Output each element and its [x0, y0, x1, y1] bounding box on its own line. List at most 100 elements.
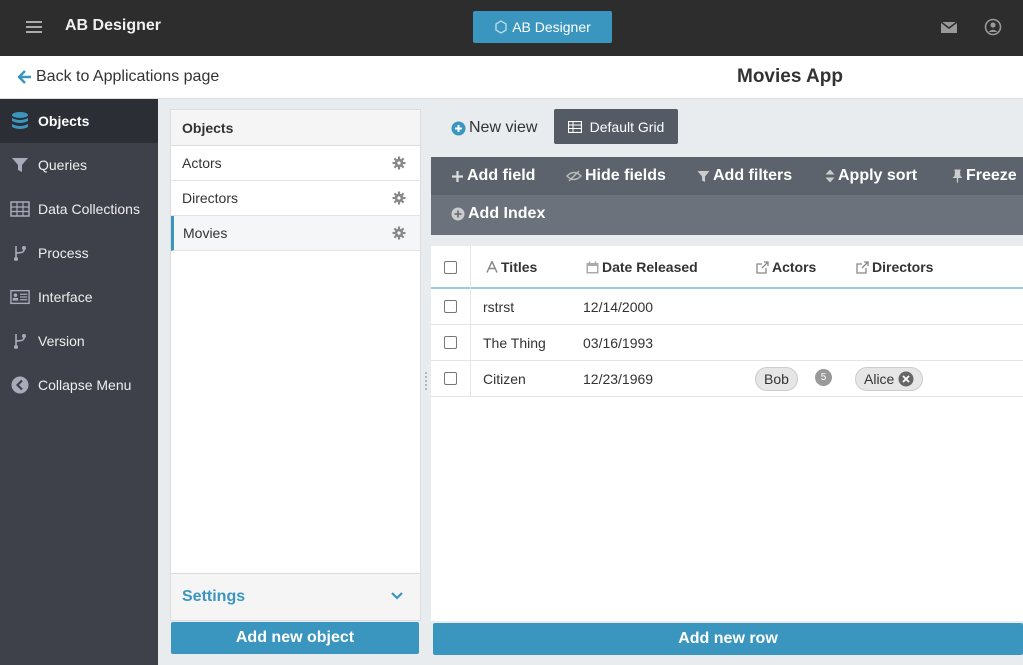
select-all-checkbox[interactable] [444, 261, 457, 274]
external-link-icon [756, 260, 769, 274]
add-field-button[interactable]: Add field [451, 167, 535, 185]
add-filters-label: Add filters [713, 167, 793, 184]
page-title: Movies App [737, 66, 843, 87]
plus-icon [452, 170, 463, 182]
settings-toggle[interactable]: Settings [171, 573, 420, 620]
cell-date-released[interactable]: 12/14/2000 [583, 299, 653, 315]
gear-icon[interactable] [392, 191, 406, 205]
top-bar: AB Designer AB Designer [0, 0, 1023, 56]
column-divider [470, 246, 471, 396]
pin-icon [952, 169, 963, 183]
process-icon [10, 243, 30, 263]
cell-title[interactable]: The Thing [483, 335, 546, 351]
chevron-down-icon [391, 592, 403, 600]
sidebar-item-label: Process [38, 245, 89, 261]
table-row[interactable]: The Thing 03/16/1993 [431, 325, 1023, 361]
object-item-label: Movies [183, 225, 228, 241]
object-item-directors[interactable]: Directors [171, 181, 420, 216]
calendar-icon [586, 261, 599, 273]
default-grid-view-tab[interactable]: Default Grid [554, 109, 678, 144]
ab-designer-button-label: AB Designer [512, 19, 591, 35]
column-header-directors[interactable]: Directors [856, 259, 933, 275]
objects-panel-header: Objects [171, 110, 420, 146]
object-item-movies[interactable]: Movies [171, 216, 420, 251]
user-icon[interactable] [984, 18, 1002, 36]
sort-icon [825, 169, 835, 183]
sidebar: Objects Queries Data Collections Process… [0, 99, 158, 665]
row-checkbox[interactable] [444, 372, 457, 385]
collapse-icon [10, 375, 30, 395]
sidebar-item-label: Version [38, 333, 85, 349]
database-icon [10, 111, 30, 131]
object-item-actors[interactable]: Actors [171, 146, 420, 181]
column-header-titles[interactable]: Titles [486, 259, 537, 275]
eye-slash-icon [566, 170, 582, 182]
ab-designer-button[interactable]: AB Designer [473, 11, 612, 43]
remove-icon[interactable] [898, 371, 914, 387]
sidebar-item-data-collections[interactable]: Data Collections [0, 187, 158, 231]
column-header-label: Directors [872, 259, 934, 275]
column-header-label: Actors [772, 259, 817, 275]
freeze-button[interactable]: Freeze [952, 167, 1017, 185]
plus-circle-icon [451, 207, 465, 221]
gear-icon[interactable] [392, 156, 406, 170]
back-link-label: Back to Applications page [36, 68, 220, 85]
sidebar-item-objects[interactable]: Objects [0, 99, 158, 143]
column-header-actors[interactable]: Actors [756, 259, 816, 275]
grid-toolbar: Add field Hide fields Add filters Apply … [431, 157, 1023, 195]
column-header-label: Titles [501, 259, 538, 275]
actor-tag-label: Bob [764, 371, 789, 387]
sub-header: Back to Applications page Movies App [0, 56, 1023, 99]
sidebar-item-collapse-menu[interactable]: Collapse Menu [0, 363, 158, 407]
add-index-button[interactable]: Add Index [451, 205, 545, 223]
grid-icon [567, 120, 582, 133]
filter-icon [10, 155, 30, 175]
cell-title[interactable]: rstrst [483, 299, 514, 315]
new-view-button[interactable]: New view [451, 119, 537, 137]
add-new-object-button[interactable]: Add new object [171, 622, 419, 654]
director-tag-label: Alice [864, 371, 895, 387]
menu-icon[interactable] [24, 18, 44, 38]
hide-fields-label: Hide fields [585, 167, 666, 184]
add-filters-button[interactable]: Add filters [697, 167, 792, 185]
grid-header-row: Titles Date Released Actors Directors [431, 246, 1023, 289]
apply-sort-label: Apply sort [838, 167, 918, 184]
table-row[interactable]: Citizen 12/23/1969 Bob 5 Alice [431, 361, 1023, 397]
filter-icon [697, 170, 710, 182]
back-to-applications-link[interactable]: Back to Applications page [18, 68, 219, 86]
sidebar-item-label: Data Collections [38, 201, 140, 217]
actor-tag[interactable]: Bob [755, 367, 798, 391]
sidebar-item-version[interactable]: Version [0, 319, 158, 363]
default-grid-label: Default Grid [589, 118, 665, 135]
row-checkbox[interactable] [444, 336, 457, 349]
cell-title[interactable]: Citizen [483, 371, 526, 387]
settings-label: Settings [182, 588, 246, 605]
sidebar-item-label: Queries [38, 157, 88, 173]
sidebar-item-label: Interface [38, 289, 93, 305]
add-field-label: Add field [467, 167, 536, 184]
plus-circle-icon [451, 121, 466, 135]
index-toolbar: Add Index [431, 195, 1023, 235]
director-tag[interactable]: Alice [855, 367, 924, 391]
new-view-label: New view [469, 119, 538, 136]
cell-date-released[interactable]: 12/23/1969 [583, 371, 653, 387]
sidebar-item-queries[interactable]: Queries [0, 143, 158, 187]
mail-icon[interactable] [940, 18, 958, 36]
sidebar-item-process[interactable]: Process [0, 231, 158, 275]
gear-icon[interactable] [392, 226, 406, 240]
resize-handle-icon[interactable] [424, 370, 428, 394]
row-checkbox[interactable] [444, 300, 457, 313]
object-item-label: Actors [182, 155, 222, 171]
sidebar-item-interface[interactable]: Interface [0, 275, 158, 319]
cell-date-released[interactable]: 03/16/1993 [583, 335, 653, 351]
app-name: AB Designer [65, 17, 162, 34]
actor-count-badge: 5 [815, 369, 832, 386]
column-header-date-released[interactable]: Date Released [586, 259, 698, 275]
table-row[interactable]: rstrst 12/14/2000 [431, 289, 1023, 325]
add-new-row-button[interactable]: Add new row [433, 623, 1023, 655]
apply-sort-button[interactable]: Apply sort [825, 167, 917, 185]
table-icon [10, 199, 30, 219]
add-index-label: Add Index [468, 205, 546, 222]
interface-icon [10, 287, 30, 307]
hide-fields-button[interactable]: Hide fields [566, 167, 666, 185]
